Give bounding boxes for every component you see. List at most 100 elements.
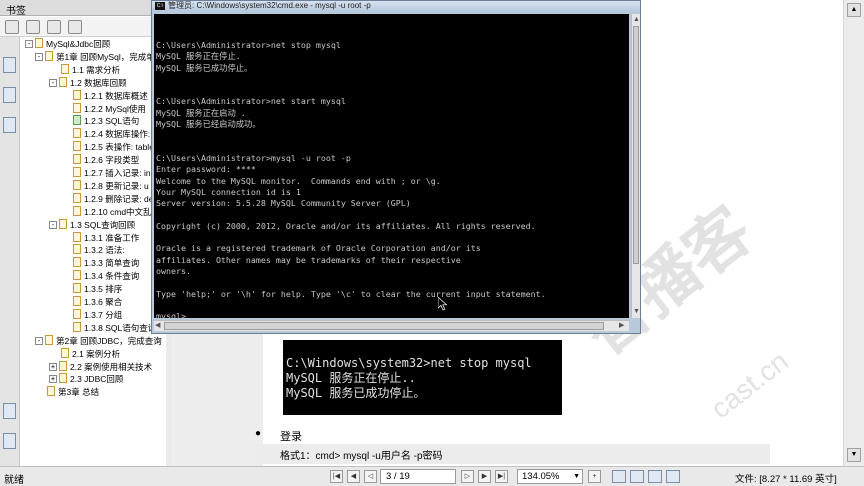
play-back-icon[interactable]: ◁ [364,470,377,483]
bookmark-label: 1.2.3 SQL语句 [84,116,140,127]
collapse-icon[interactable]: - [25,40,33,48]
bookmark-item[interactable]: 2.1 案例分析 [49,347,120,360]
bookmark-properties-icon[interactable] [68,20,82,34]
scroll-up-icon[interactable]: ▲ [847,3,861,17]
document-scrollbar[interactable]: ▲ ▼ [843,0,864,466]
console-line: Type 'help;' or '\h' for help. Type '\c'… [156,288,546,299]
bookmark-item[interactable]: - 第2章 回顾JDBC，完成查询 [35,334,162,347]
pages-icon[interactable] [3,57,16,73]
bookmark-item[interactable]: +2.2 案例使用相关技术 [49,360,152,373]
last-page-icon[interactable]: ▶| [495,470,508,483]
bookmark-item[interactable]: 1.2.3 SQL语句 [61,115,139,127]
bookmark-item[interactable]: 1.2.9 删除记录: de [61,192,154,205]
cmd-vertical-scrollbar[interactable]: ▲ ▼ [631,14,640,318]
next-page-icon[interactable]: ▶ [478,470,491,483]
collapse-icon[interactable]: - [35,52,43,61]
bookmark-page-icon [73,115,81,126]
bookmark-label: 1.3 SQL查询回顾 [70,219,136,230]
annotations-icon[interactable] [3,117,16,133]
bookmark-item[interactable]: +2.3 JDBC回顾 [49,373,123,385]
bookmark-page-icon [73,283,81,294]
side-tool-strip [0,37,20,466]
cmd-horizontal-thumb[interactable] [164,322,604,330]
bookmark-item[interactable]: 1.3.5 排序 [61,283,122,295]
cmd-scroll-left-icon[interactable]: ◀ [155,321,160,330]
first-page-icon[interactable]: |◀ [330,470,343,483]
bookmarks-icon[interactable] [3,87,16,103]
single-page-view-icon[interactable] [612,470,626,483]
bookmark-item[interactable]: 1.2.4 数据库操作: [61,128,150,140]
bookmark-item[interactable]: 1.1 需求分析 [49,63,120,76]
bookmark-add-icon[interactable] [47,20,61,34]
continuous-view-icon[interactable] [630,470,644,483]
doc-shot-line: C:\Windows\system32>net stop mysql [286,356,532,370]
page-number-input[interactable]: 3 / 19 [380,469,456,484]
zoom-value: 134.05% [522,471,560,482]
bookmark-item[interactable]: 1.3.8 SQL语句查询 [61,321,156,334]
console-line: MySQL 服务正在停止. [156,51,241,62]
bookmark-item[interactable]: 1.3.7 分组 [61,308,122,321]
bookmark-page-icon [47,386,55,397]
cmd-scroll-up-icon[interactable]: ▲ [633,15,640,24]
bookmark-expand-icon[interactable] [5,20,19,34]
cmd-console[interactable]: C:\Users\Administrator>net stop mysql MyS… [154,14,629,318]
attachments-icon[interactable] [3,433,16,449]
continuous-facing-view-icon[interactable] [666,470,680,483]
bookmark-item[interactable]: - MySql&Jdbc回顾 [25,38,110,50]
page-size-info: 文件: [8.27 * 11.69 英寸] [735,474,837,485]
bookmark-page-icon [61,63,69,74]
expand-icon[interactable]: + [49,375,57,384]
bookmark-item[interactable]: - 1.3 SQL查询回顾 [49,218,136,231]
facing-view-icon[interactable] [648,470,662,483]
chevron-down-icon[interactable]: ▼ [573,470,580,483]
console-line: MySQL 服务已经启动成功。 [156,119,261,130]
expand-icon[interactable]: + [49,362,57,371]
bookmark-item[interactable]: 第3章 总结 [35,386,99,398]
bookmark-label: 第1章 回顾MySql，完成单… [56,51,164,62]
bookmark-label: 1.2.5 表操作: table [84,142,154,153]
bookmark-item[interactable]: 1.2.10 cmd中文乱码 [61,205,161,218]
console-line: C:\Users\Administrator>mysql -u root -p [156,152,351,163]
zoom-in-icon[interactable]: + [588,470,601,483]
zoom-select[interactable]: 134.05% ▼ [517,469,583,484]
bookmark-page-icon [73,141,81,152]
cmd-titlebar[interactable]: C:\ 管理员: C:\Windows\system32\cmd.exe - m… [152,1,640,11]
console-line: MySQL 服务正在启动 . [156,107,246,118]
bookmark-item[interactable]: 1.2.6 字段类型 [61,154,139,166]
cmd-scroll-right-icon[interactable]: ▶ [619,321,624,330]
bookmark-page-icon [59,76,67,87]
bookmark-item[interactable]: 1.3.1 准备工作 [61,231,139,244]
bookmark-label: 1.2.9 删除记录: de [84,193,154,204]
bookmark-item[interactable]: - 1.2 数据库回顾 [49,76,127,89]
layers-icon[interactable] [3,403,16,419]
bookmark-item[interactable]: 1.3.6 聚合 [61,296,122,308]
bookmark-item[interactable]: 1.2.5 表操作: table [61,141,154,153]
bookmark-item[interactable]: 1.2.1 数据库概述 [61,89,148,102]
bookmark-label: 1.2.10 cmd中文乱码 [84,206,161,217]
play-forward-icon[interactable]: ▷ [461,470,474,483]
collapse-icon[interactable]: - [35,336,43,345]
bookmark-delete-icon[interactable] [26,20,40,34]
bookmark-item[interactable]: 1.2.7 插入记录: in [61,167,151,179]
bookmark-page-icon [73,257,81,268]
bookmark-item[interactable]: - 第1章 回顾MySql，完成单… [35,50,164,63]
document-cmd-screenshot: C:\Windows\system32>net stop mysql MySQL … [283,340,562,415]
cmd-vertical-thumb[interactable] [633,26,639,264]
scroll-down-icon[interactable]: ▼ [847,448,861,462]
cmd-window[interactable]: C:\ 管理员: C:\Windows\system32\cmd.exe - m… [151,0,641,334]
bookmark-page-icon [73,89,81,100]
bookmark-label: 1.2.1 数据库概述 [84,90,148,101]
cmd-horizontal-scrollbar[interactable]: ◀ ▶ [154,320,629,331]
collapse-icon[interactable]: - [49,220,57,229]
bookmark-item[interactable]: 1.3.4 条件查询 [61,270,139,282]
bookmark-item[interactable]: 1.3.2 语法: [61,244,125,256]
bookmark-item[interactable]: 1.3.3 简单查询 [61,257,139,269]
bookmark-item[interactable]: 1.2.8 更新记录: u [61,179,149,192]
cmd-scroll-down-icon[interactable]: ▼ [633,307,640,316]
bookmark-item[interactable]: 1.2.2 MySql使用 [61,102,146,115]
bookmark-page-icon [73,167,81,177]
collapse-icon[interactable]: - [49,78,57,87]
prev-page-icon[interactable]: ◀ [347,470,360,483]
bookmark-label: 1.3.6 聚合 [84,297,123,307]
